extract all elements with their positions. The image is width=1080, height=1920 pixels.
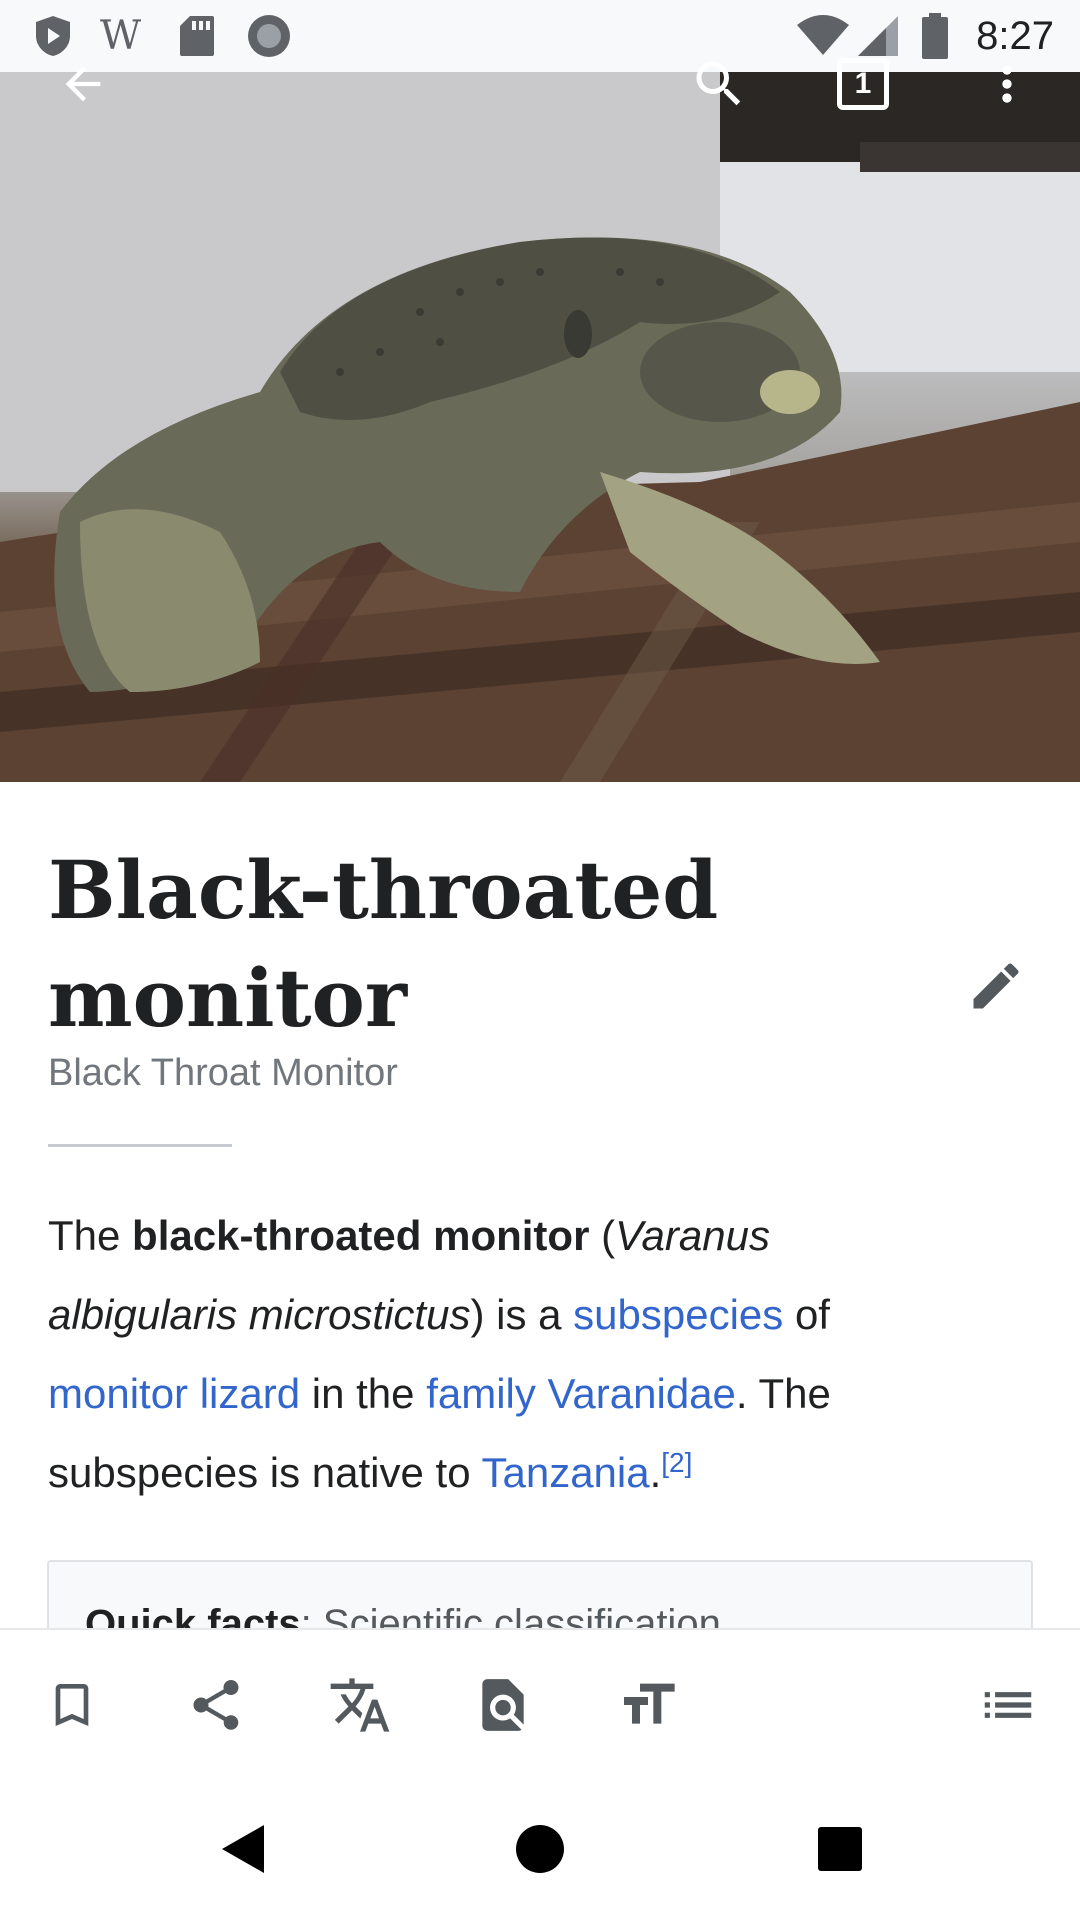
translate-icon xyxy=(330,1678,390,1732)
pencil-icon xyxy=(973,963,1019,1009)
nav-back-icon xyxy=(222,1825,264,1873)
bookmark-icon xyxy=(55,1684,89,1726)
system-nav-bar xyxy=(0,1778,1080,1920)
back-arrow-icon xyxy=(65,66,101,102)
overflow-menu-icon xyxy=(1002,65,1012,103)
tab-count: 1 xyxy=(854,67,872,100)
share-button[interactable] xyxy=(156,1630,276,1780)
link-tanzania[interactable]: Tanzania xyxy=(481,1449,649,1496)
page-action-bar xyxy=(0,1628,1080,1778)
scientific-name-part-2: albigularis microstictus xyxy=(48,1291,471,1338)
table-of-contents-button[interactable] xyxy=(948,1630,1068,1780)
nav-back-button[interactable] xyxy=(172,1778,312,1920)
search-button[interactable] xyxy=(664,0,774,168)
bold-term: black-throated monitor xyxy=(132,1212,590,1259)
title-divider xyxy=(48,1144,232,1147)
nav-recents-icon xyxy=(818,1827,862,1871)
back-button[interactable] xyxy=(28,0,138,168)
edit-button[interactable] xyxy=(950,940,1042,1032)
tabs-icon: 1 xyxy=(837,58,889,110)
title-line-2: monitor xyxy=(48,951,408,1045)
nav-home-button[interactable] xyxy=(470,1778,610,1920)
overflow-menu-button[interactable] xyxy=(952,0,1062,168)
link-family-varanidae[interactable]: family Varanidae xyxy=(426,1370,736,1417)
text-size-icon xyxy=(624,1683,675,1724)
link-monitor-lizard[interactable]: monitor lizard xyxy=(48,1370,300,1417)
scientific-name-part-1: Varanus xyxy=(615,1212,770,1259)
language-button[interactable] xyxy=(300,1630,420,1780)
share-icon xyxy=(193,1680,239,1730)
citation-2[interactable]: [2] xyxy=(661,1447,692,1478)
lead-paragraph: The black-throated monitor (Varanus albi… xyxy=(48,1212,831,1496)
sd-card-icon xyxy=(178,0,216,72)
tabs-button[interactable]: 1 xyxy=(808,0,918,168)
link-subspecies[interactable]: subspecies xyxy=(573,1291,783,1338)
find-in-page-icon xyxy=(482,1679,524,1731)
nav-recents-button[interactable] xyxy=(770,1778,910,1920)
article-toolbar: 1 xyxy=(0,58,1080,240)
nav-home-icon xyxy=(516,1825,564,1873)
article-description: Black Throat Monitor xyxy=(48,1052,398,1094)
status-bar: W 8:27 xyxy=(0,0,1080,72)
text-size-button[interactable] xyxy=(588,1630,708,1780)
article-title: Black-throated monitor xyxy=(48,836,928,1052)
find-in-page-button[interactable] xyxy=(443,1630,563,1780)
save-button[interactable] xyxy=(12,1630,132,1780)
battery-icon xyxy=(920,0,950,72)
title-line-1: Black-throated xyxy=(48,843,719,937)
search-icon xyxy=(696,61,741,106)
table-of-contents-icon xyxy=(984,1692,1032,1718)
circle-record-icon xyxy=(246,0,292,72)
